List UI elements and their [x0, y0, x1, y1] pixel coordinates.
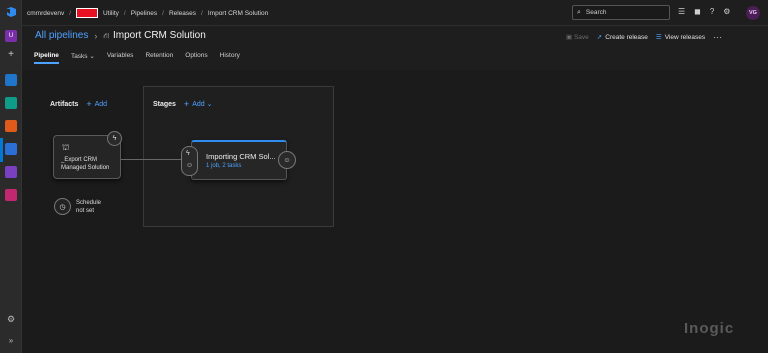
org-avatar[interactable]: U [5, 30, 17, 42]
pipeline-tabs: Pipeline Tasks ⌄ Variables Retention Opt… [34, 52, 252, 64]
search-placeholder: Search [585, 9, 607, 16]
continuous-deployment-trigger-icon[interactable]: ϟ [107, 131, 122, 146]
post-deployment-conditions-icon[interactable]: ☺ [278, 151, 296, 169]
task-list-icon[interactable]: ☰ [678, 7, 685, 16]
save-icon: ▣ [566, 34, 573, 41]
add-stage-label: Add [192, 101, 205, 108]
stage-job-summary[interactable]: 1 job, 2 tasks [206, 163, 241, 169]
project-settings-icon[interactable]: ⚙ [5, 313, 17, 325]
search-icon: ⌕ [577, 8, 581, 16]
artifacts-section-header: Artifacts + Add [50, 99, 107, 109]
build-artifact-icon: ⛫ [62, 143, 70, 152]
chevron-down-icon: ⌄ [206, 101, 213, 108]
user-avatar[interactable]: VG [746, 6, 760, 20]
left-nav-rail: U + ⚙ » [0, 0, 22, 353]
artifacts-icon[interactable] [5, 189, 17, 201]
list-icon: ☰ [655, 34, 662, 41]
pipelines-icon[interactable] [5, 143, 17, 155]
top-bar: cmmrdevenv / Utility / Pipelines / Relea… [22, 0, 768, 26]
all-pipelines-link[interactable]: All pipelines [35, 30, 88, 41]
stage-card[interactable]: Importing CRM Sol... 1 job, 2 tasks [191, 140, 287, 180]
marketplace-icon[interactable]: ◼ [694, 7, 701, 16]
azure-devops-release-pipeline: U + ⚙ » cmmrdevenv / Utility / Pipelines… [0, 0, 768, 353]
page-title[interactable]: Import CRM Solution [113, 30, 206, 41]
save-label: Save [573, 34, 589, 41]
top-icons: ☰ ◼ ? ⚙ [678, 7, 730, 16]
tab-pipeline[interactable]: Pipeline [34, 52, 59, 64]
artifact-name: _Export CRM Managed Solution [61, 156, 121, 172]
view-releases-label: View releases [664, 34, 706, 41]
add-artifact-button[interactable]: + Add [86, 99, 108, 109]
watermark-logo: Inogic [684, 320, 735, 337]
repos-icon[interactable] [5, 120, 17, 132]
save-button[interactable]: ▣ Save [566, 33, 589, 41]
breadcrumb-org[interactable]: cmmrdevenv [27, 10, 64, 17]
search-box[interactable]: ⌕ Search [572, 5, 670, 20]
approver-icon: ☺ [186, 162, 194, 169]
stages-heading: Stages [153, 101, 176, 108]
breadcrumb-project[interactable]: Utility [103, 10, 119, 17]
boards-icon[interactable] [5, 97, 17, 109]
stages-section-header: Stages + Add ⌄ [153, 99, 212, 109]
trigger-icon: ϟ [186, 150, 190, 157]
artifact-name-line1: _Export CRM [61, 157, 98, 163]
breadcrumb-pipelines[interactable]: Pipelines [131, 10, 157, 17]
schedule-line1: Schedule [76, 200, 102, 206]
schedule-line2: not set [76, 207, 95, 214]
breadcrumb-releases[interactable]: Releases [169, 10, 196, 17]
header-actions: ▣ Save ➚ Create release ☰ View releases ··… [566, 32, 722, 42]
stage-name[interactable]: Importing CRM Sol... [206, 152, 276, 161]
redacted-project-name [76, 8, 99, 18]
overview-icon[interactable] [5, 74, 17, 86]
breadcrumb-current[interactable]: Import CRM Solution [208, 10, 268, 17]
azure-devops-logo-icon[interactable] [5, 6, 17, 18]
selected-indicator [0, 138, 3, 162]
view-releases-button[interactable]: ☰ View releases [656, 33, 705, 41]
schedule-status[interactable]: Schedule not set [76, 200, 101, 215]
more-actions-icon[interactable]: ··· [713, 32, 722, 42]
help-icon[interactable]: ? [710, 7, 714, 16]
create-release-label: Create release [605, 34, 648, 41]
create-release-button[interactable]: ➚ Create release [597, 33, 648, 41]
plus-icon: + [86, 99, 92, 109]
chevron-right-icon: › [94, 30, 98, 41]
test-plans-icon[interactable] [5, 166, 17, 178]
breadcrumb-separator: / [162, 9, 164, 17]
artifact-stage-connector [121, 159, 184, 160]
pipeline-canvas [22, 70, 768, 353]
schedule-clock-icon[interactable]: ◷ [54, 198, 71, 215]
pre-deployment-conditions[interactable]: ϟ ☺ [181, 146, 198, 176]
rocket-icon: ➚ [596, 34, 603, 41]
tab-retention[interactable]: Retention [145, 52, 173, 64]
tab-history[interactable]: History [220, 52, 240, 64]
breadcrumb-separator: / [201, 9, 203, 17]
artifacts-heading: Artifacts [50, 101, 79, 108]
page-header: All pipelines › ⛙ Import CRM Solution [35, 30, 206, 41]
tab-tasks[interactable]: Tasks ⌄ [71, 52, 95, 64]
breadcrumb-separator: / [69, 9, 72, 17]
add-artifact-label: Add [94, 101, 108, 108]
expand-icon[interactable]: » [5, 335, 17, 347]
breadcrumb: cmmrdevenv / Utility / Pipelines / Relea… [27, 8, 273, 18]
tab-options[interactable]: Options [185, 52, 207, 64]
add-stage-button[interactable]: + Add ⌄ [183, 99, 213, 109]
release-pipeline-icon: ⛙ [103, 30, 109, 40]
user-settings-icon[interactable]: ⚙ [723, 7, 730, 16]
add-icon[interactable]: + [6, 50, 16, 60]
tab-variables[interactable]: Variables [107, 52, 134, 64]
artifact-name-line2: Managed Solution [61, 165, 110, 171]
breadcrumb-separator: / [123, 9, 126, 17]
plus-icon: + [183, 99, 190, 109]
